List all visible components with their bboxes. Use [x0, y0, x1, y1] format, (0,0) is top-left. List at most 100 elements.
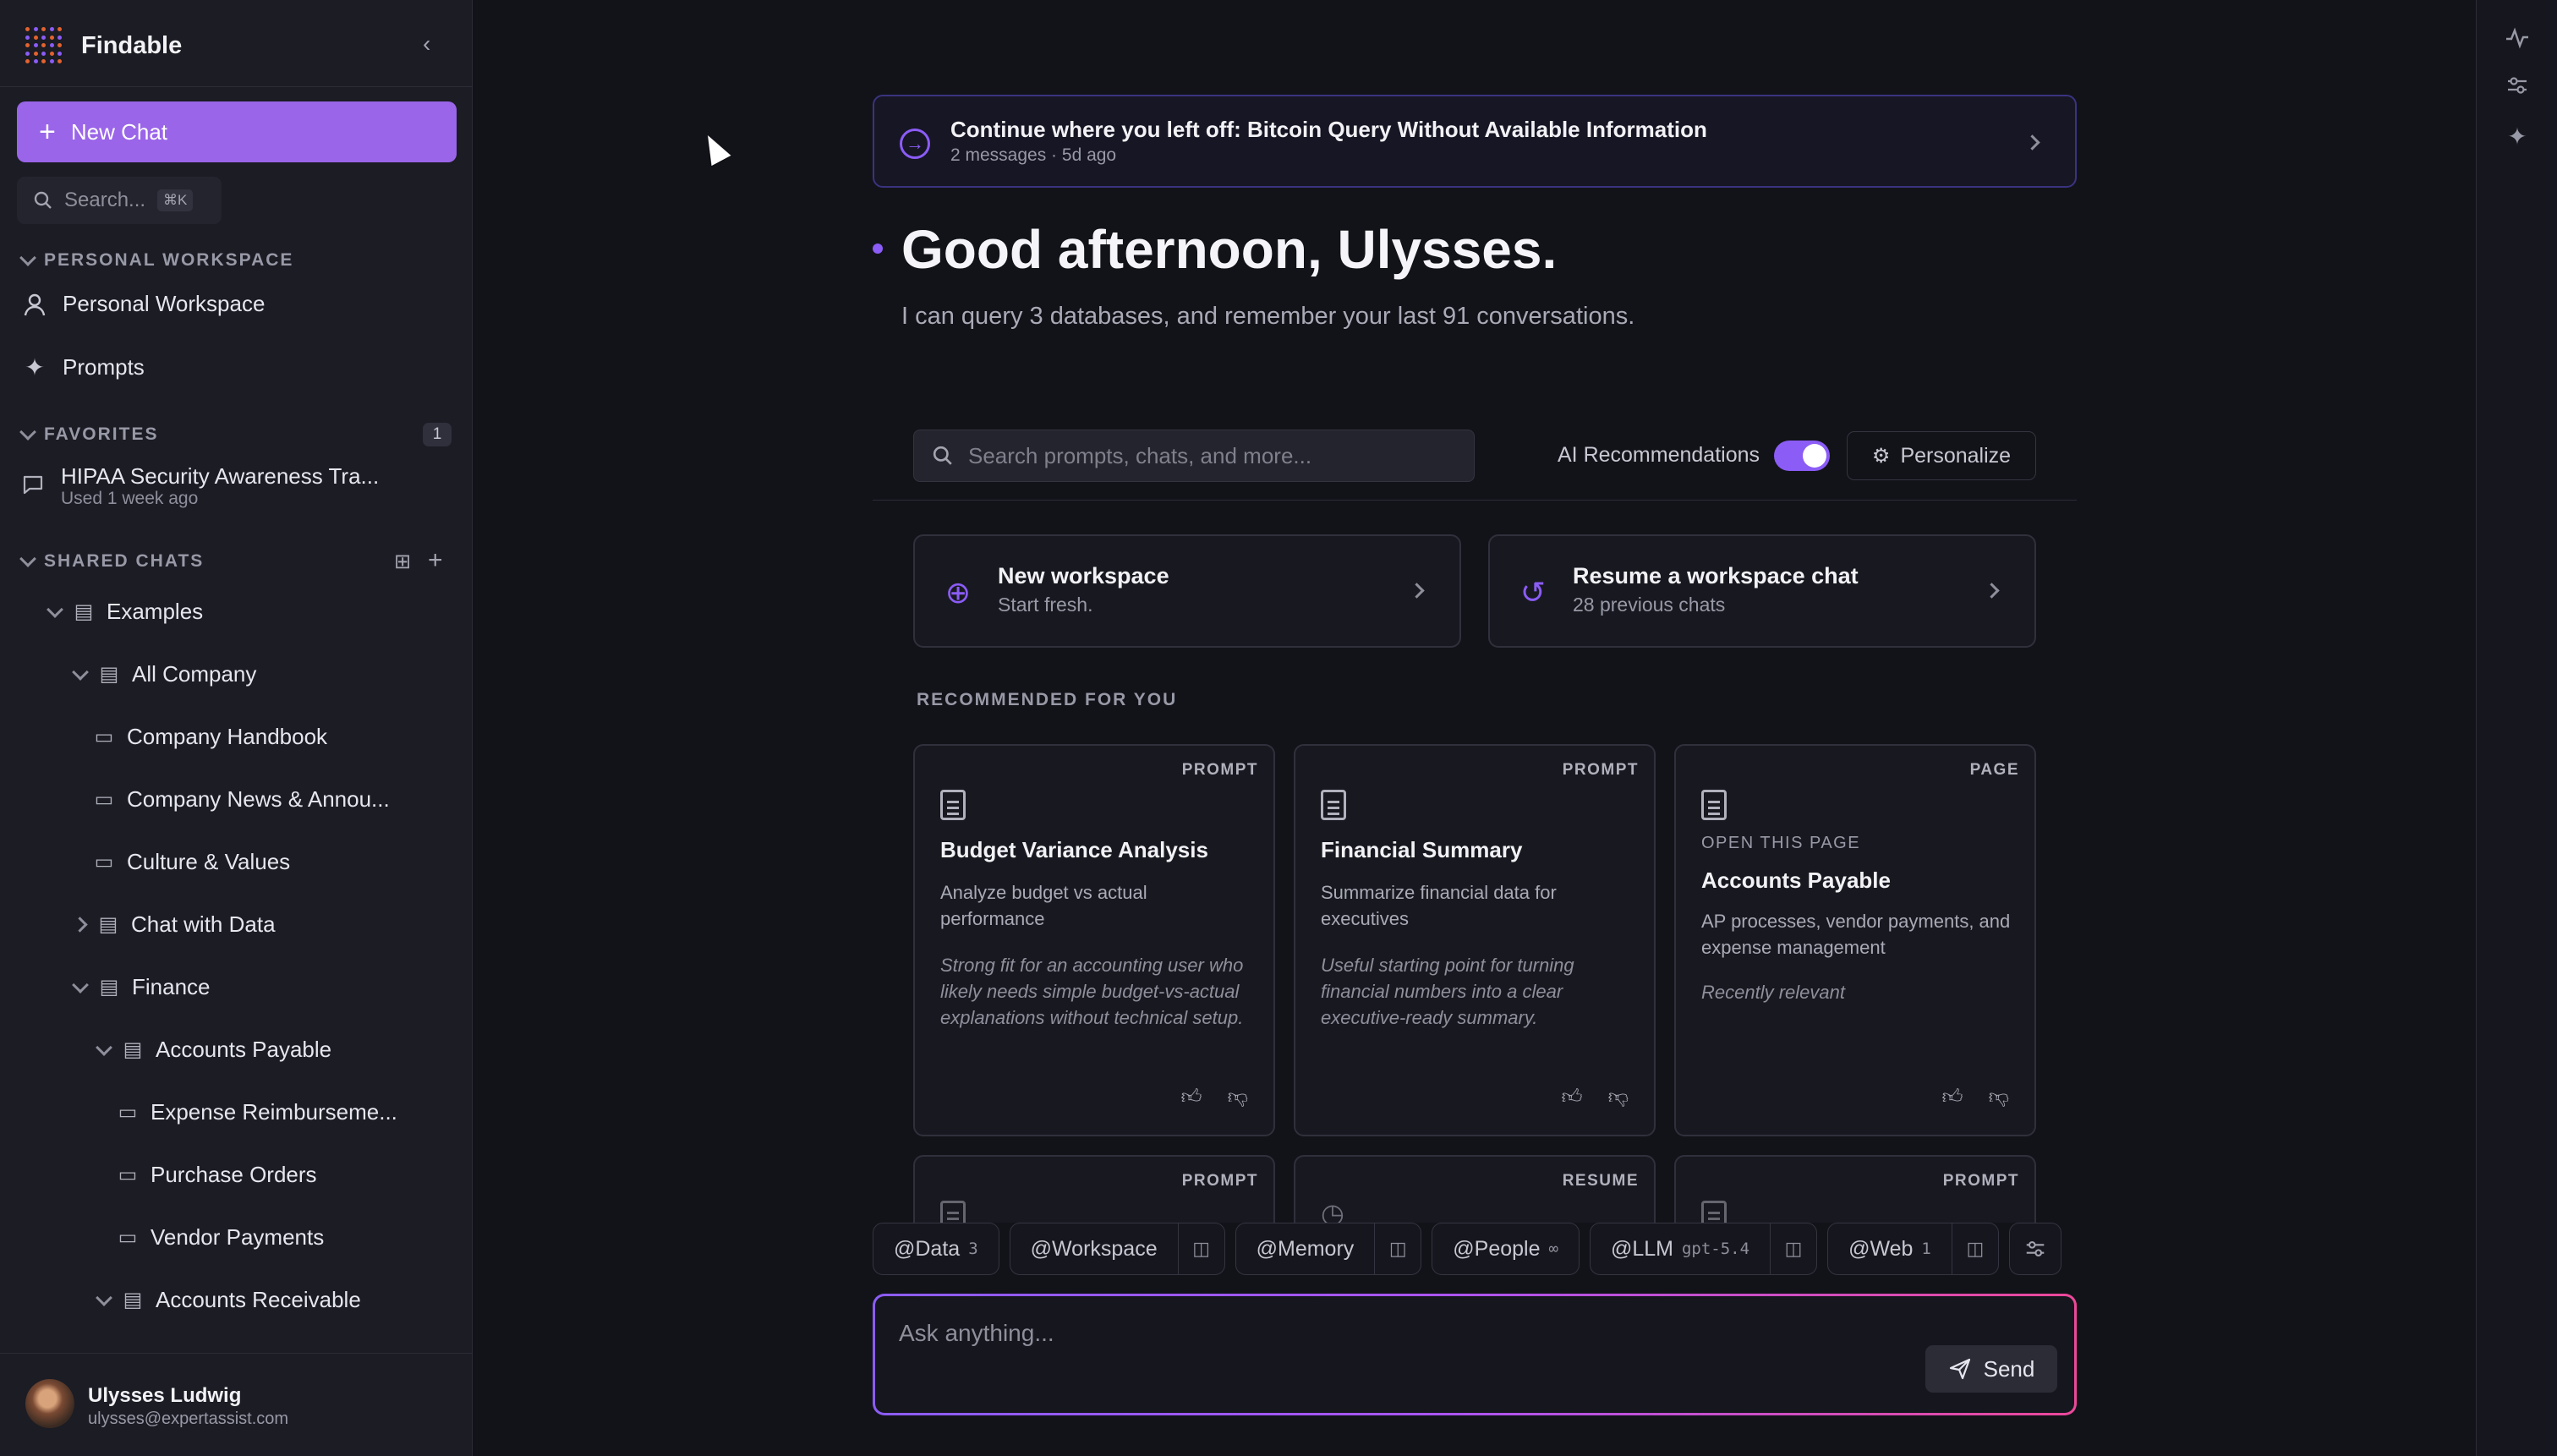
mouse-cursor: [698, 129, 731, 167]
plus-circle-icon: ⊕: [945, 575, 972, 610]
personal-workspace-section-label: PERSONAL WORKSPACE: [44, 250, 294, 270]
chevron-right-icon: [1984, 583, 2000, 599]
card-description: Summarize financial data for executives: [1321, 882, 1557, 929]
resume-workspace-title: Resume a workspace chat: [1573, 563, 1859, 588]
sparkle-icon[interactable]: ✦: [2504, 123, 2531, 151]
tree-chat[interactable]: ▭ Vendor Payments: [117, 1224, 325, 1251]
recommendation-card[interactable]: PROMPT Budget Variance Analysis Analyze …: [913, 744, 1275, 1136]
chat-bubble-icon: ▭: [118, 1101, 138, 1124]
chip-llm[interactable]: @LLM gpt-5.4 ◫: [1589, 1223, 1818, 1275]
new-workspace-subtitle: Start fresh.: [998, 594, 1093, 616]
sidebar-item-personal-workspace[interactable]: Personal Workspace: [22, 291, 265, 317]
thumbs-down-icon[interactable]: 👎︎: [1989, 1086, 2009, 1109]
chat-bubble-icon: ▭: [94, 788, 114, 811]
search-icon: [34, 191, 52, 209]
clock-icon: ◷: [1321, 1198, 1344, 1223]
chevron-down-icon: [96, 1289, 112, 1306]
chat-bubble-icon: [23, 475, 43, 495]
document-icon: [1701, 1201, 1727, 1223]
plus-icon: +: [39, 116, 56, 148]
history-icon: ↺: [1519, 575, 1547, 610]
tree-label: Chat with Data: [131, 911, 276, 937]
document-icon: ▤: [98, 913, 118, 936]
add-shared-chat-icon[interactable]: +: [428, 546, 443, 575]
tree-chat[interactable]: ▭ Company News & Annou...: [93, 786, 390, 813]
card-type-badge: PROMPT: [1942, 1172, 2019, 1190]
tree-chat[interactable]: ▭ Expense Reimburseme...: [117, 1099, 397, 1125]
continue-banner[interactable]: → Continue where you left off: Bitcoin Q…: [873, 95, 2077, 188]
new-chat-button[interactable]: + New Chat: [17, 101, 457, 162]
tree-folder[interactable]: ▤ Accounts Receivable: [96, 1287, 361, 1313]
collapse-sidebar-icon[interactable]: ‹: [423, 32, 443, 56]
chip-people[interactable]: @People ∞: [1432, 1223, 1580, 1275]
tree-folder[interactable]: ▤ Accounts Payable: [96, 1037, 331, 1063]
resume-workspace-card[interactable]: ↺ Resume a workspace chat 28 previous ch…: [1488, 534, 2036, 648]
panel-icon[interactable]: ◫: [1771, 1223, 1816, 1274]
sidebar-item-prompts[interactable]: ✦ Prompts: [22, 353, 145, 381]
new-workspace-card[interactable]: ⊕ New workspace Start fresh.: [913, 534, 1461, 648]
sparkle-icon: ✦: [25, 354, 45, 380]
tree-chat[interactable]: ▭ Company Handbook: [93, 724, 327, 750]
personal-workspace-section[interactable]: PERSONAL WORKSPACE: [19, 249, 294, 271]
chip-web[interactable]: @Web 1 ◫: [1827, 1223, 1999, 1275]
continue-banner-title: Continue where you left off: Bitcoin Que…: [950, 117, 1707, 142]
personalize-button[interactable]: ⚙ Personalize: [1847, 431, 2036, 480]
chevron-right-icon: [72, 917, 88, 933]
tree-label: Accounts Receivable: [156, 1287, 361, 1312]
thumbs-up-icon[interactable]: 👍︎: [1181, 1086, 1202, 1109]
tree-label: All Company: [132, 661, 257, 687]
tree-label: Expense Reimburseme...: [151, 1099, 397, 1125]
findable-logo[interactable]: [25, 27, 63, 64]
new-folder-icon[interactable]: ⊞: [394, 550, 411, 574]
main-search-input[interactable]: Search prompts, chats, and more...: [913, 430, 1475, 482]
activity-icon[interactable]: [2504, 25, 2531, 52]
card-type-badge: PAGE: [1969, 761, 2019, 779]
tree-folder[interactable]: ▤ All Company: [72, 661, 257, 687]
sliders-icon[interactable]: [2504, 73, 2531, 100]
thumbs-up-icon[interactable]: 👍︎: [1942, 1086, 1963, 1109]
card-note: Recently relevant: [1701, 982, 1845, 1003]
shared-chats-section[interactable]: SHARED CHATS: [19, 550, 453, 572]
panel-icon[interactable]: ◫: [1179, 1223, 1224, 1274]
settings-sliders-icon[interactable]: [2008, 1223, 2061, 1275]
context-chips: @Data 3 @Workspace ◫ @Memory ◫ @People ∞…: [873, 1223, 2061, 1275]
card-description: AP processes, vendor payments, and expen…: [1701, 911, 2011, 958]
chip-workspace[interactable]: @Workspace ◫: [1009, 1223, 1225, 1275]
recommendation-card[interactable]: PAGE OPEN THIS PAGE Accounts Payable AP …: [1674, 744, 2036, 1136]
search-shortcut: ⌘K: [157, 189, 194, 211]
tree-chat[interactable]: ▭ Purchase Orders: [117, 1162, 317, 1188]
chip-memory[interactable]: @Memory ◫: [1235, 1223, 1422, 1275]
composer-input[interactable]: Ask anything... Send: [875, 1296, 2074, 1413]
panel-icon[interactable]: ◫: [1952, 1223, 1998, 1274]
favorites-section[interactable]: FAVORITES: [19, 424, 158, 445]
send-button[interactable]: Send: [1925, 1345, 2057, 1393]
new-chat-label: New Chat: [70, 118, 168, 145]
tree-chat[interactable]: ▭ Culture & Values: [93, 849, 291, 875]
user-icon: [24, 293, 46, 315]
favorites-count-badge: 1: [423, 423, 452, 446]
document-icon: [1321, 790, 1346, 820]
sidebar-search[interactable]: Search... ⌘K: [17, 177, 222, 224]
tree-label: Examples: [107, 599, 204, 624]
document-icon: [940, 790, 966, 820]
chip-label: @People: [1453, 1236, 1541, 1261]
chat-bubble-icon: ▭: [94, 851, 114, 873]
recommendation-card[interactable]: PROMPT Financial Summary Summarize finan…: [1294, 744, 1656, 1136]
thumbs-down-icon[interactable]: 👎︎: [1608, 1086, 1629, 1109]
chip-label: @LLM: [1610, 1236, 1673, 1261]
recommendation-card[interactable]: RESUME ◷: [1294, 1155, 1656, 1223]
main-search-placeholder: Search prompts, chats, and more...: [968, 442, 1312, 468]
tree-folder[interactable]: ▤ Finance: [72, 974, 211, 1000]
tree-folder[interactable]: ▤ Examples: [47, 599, 204, 625]
recommendation-card[interactable]: PROMPT: [913, 1155, 1275, 1223]
recommendation-card[interactable]: PROMPT: [1674, 1155, 2036, 1223]
panel-icon[interactable]: ◫: [1375, 1223, 1421, 1274]
ai-recommendations-toggle[interactable]: [1774, 441, 1830, 471]
send-label: Send: [1983, 1355, 2035, 1382]
thumbs-up-icon[interactable]: 👍︎: [1562, 1086, 1583, 1109]
tree-folder[interactable]: ▤ Chat with Data: [72, 911, 276, 938]
chip-data[interactable]: @Data 3: [873, 1223, 999, 1275]
user-name: Ulysses Ludwig: [88, 1384, 242, 1407]
user-profile[interactable]: Ulysses Ludwig ulysses@expertassist.com: [0, 1353, 473, 1456]
thumbs-down-icon[interactable]: 👎︎: [1228, 1086, 1248, 1109]
